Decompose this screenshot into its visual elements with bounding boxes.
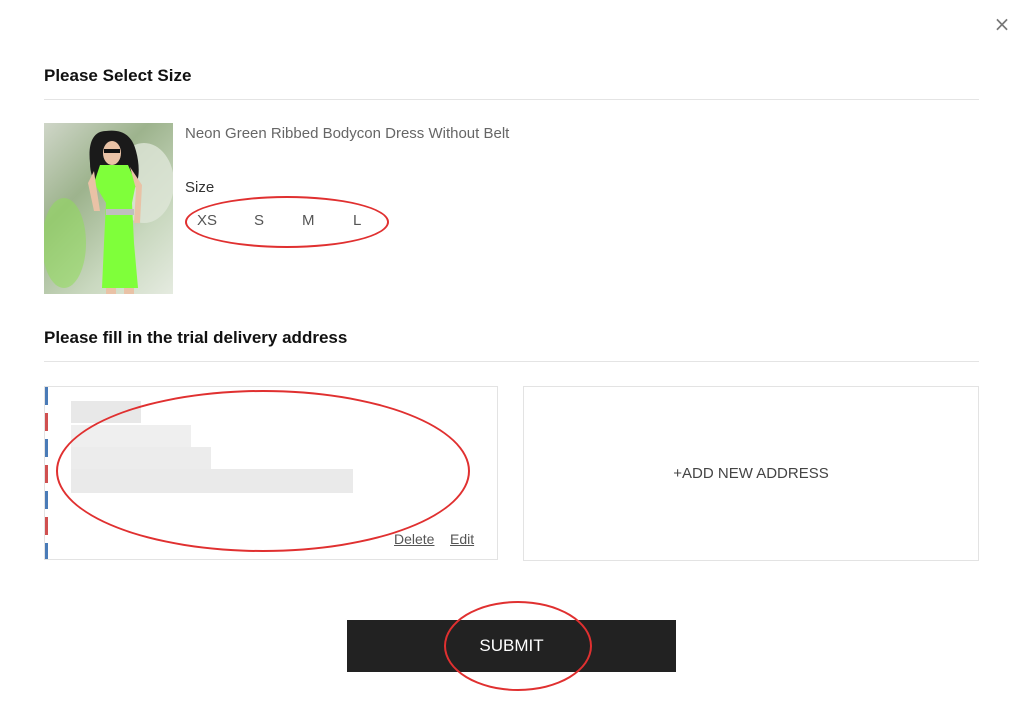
saved-address-card[interactable]: Delete Edit <box>44 386 498 560</box>
delete-address-link[interactable]: Delete <box>394 531 434 547</box>
address-redacted <box>71 447 211 469</box>
address-redacted <box>71 401 141 423</box>
divider <box>44 361 979 362</box>
product-image <box>44 123 173 294</box>
airmail-border <box>45 387 48 559</box>
size-option-m[interactable]: M <box>302 212 315 229</box>
submit-button[interactable]: SUBMIT <box>347 620 676 672</box>
address-redacted <box>71 469 353 493</box>
submit-label: SUBMIT <box>479 636 544 655</box>
add-new-address-label: +ADD NEW ADDRESS <box>673 465 829 482</box>
size-option-l[interactable]: L <box>353 212 361 229</box>
product-name: Neon Green Ribbed Bodycon Dress Without … <box>185 125 510 142</box>
size-option-xs[interactable]: XS <box>197 212 217 229</box>
close-icon[interactable]: × <box>992 14 1012 34</box>
add-new-address-button[interactable]: +ADD NEW ADDRESS <box>523 386 979 561</box>
edit-address-link[interactable]: Edit <box>450 531 474 547</box>
size-section-title: Please Select Size <box>44 66 192 85</box>
divider <box>44 99 979 100</box>
address-redacted <box>71 425 191 447</box>
address-section-title: Please fill in the trial delivery addres… <box>44 328 348 347</box>
size-option-s[interactable]: S <box>254 212 264 229</box>
size-label: Size <box>185 179 215 196</box>
